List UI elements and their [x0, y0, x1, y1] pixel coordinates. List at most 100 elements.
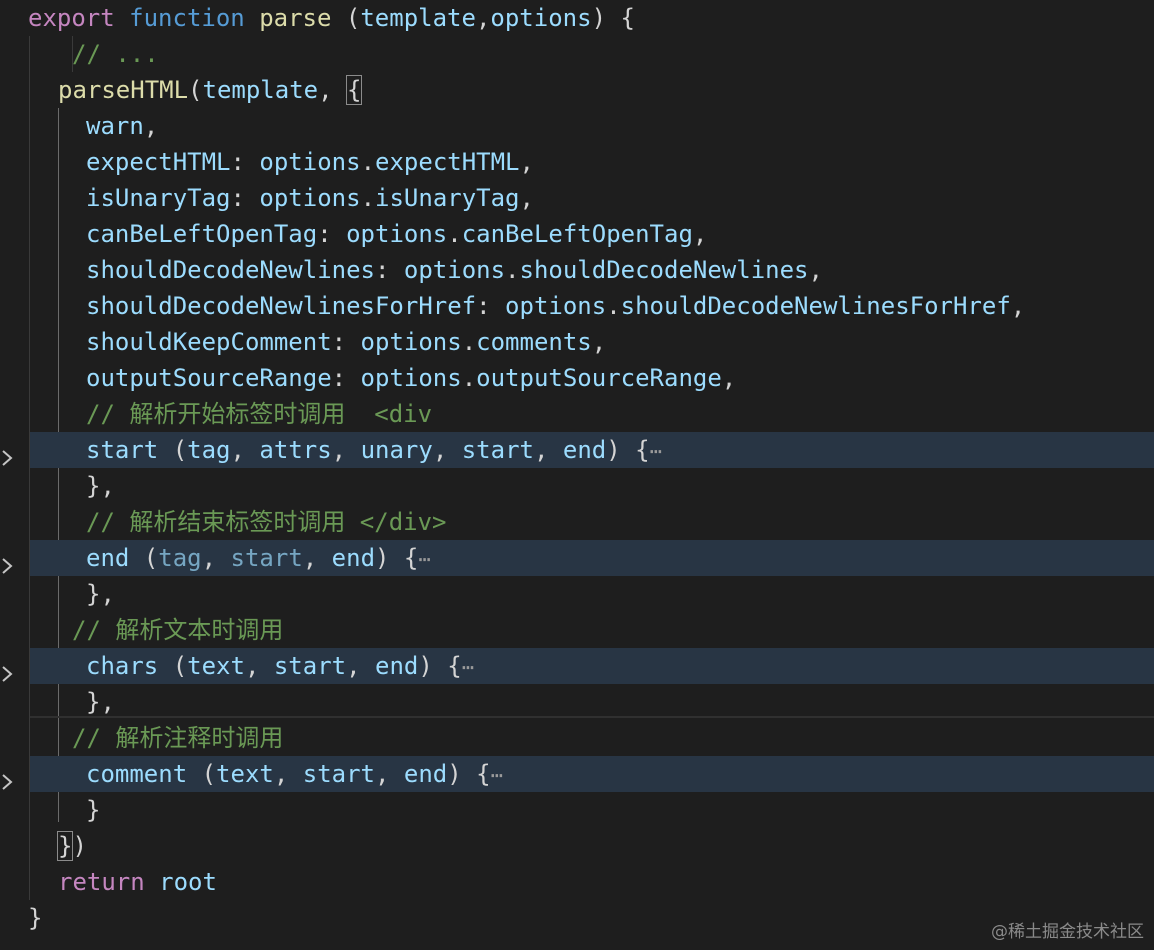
- code-token: end: [403, 760, 448, 788]
- code-text: parseHTML(template, {: [58, 72, 363, 108]
- code-token: template: [202, 76, 319, 104]
- code-text: canBeLeftOpenTag: options.canBeLeftOpenT…: [86, 216, 707, 252]
- code-token: (: [172, 652, 188, 680]
- code-line[interactable]: },: [0, 684, 1154, 720]
- code-line[interactable]: shouldKeepComment: options.comments,: [0, 324, 1154, 360]
- code-token: (: [172, 436, 188, 464]
- code-text: return root: [58, 864, 217, 900]
- code-token: options: [360, 364, 462, 392]
- code-token: text: [187, 652, 245, 680]
- code-line[interactable]: expectHTML: options.expectHTML,: [0, 144, 1154, 180]
- code-token: ,: [230, 436, 260, 464]
- code-token: ,: [533, 436, 563, 464]
- code-line[interactable]: }): [0, 828, 1154, 864]
- code-text: outputSourceRange: options.outputSourceR…: [86, 360, 736, 396]
- code-token: options: [346, 220, 448, 248]
- code-token: }: [28, 904, 43, 932]
- code-token: .: [461, 364, 477, 392]
- code-token: warn: [86, 112, 144, 140]
- code-line[interactable]: // 解析结束标签时调用 </div>: [0, 504, 1154, 540]
- code-token: ,: [721, 364, 737, 392]
- code-line[interactable]: shouldDecodeNewlinesForHref: options.sho…: [0, 288, 1154, 324]
- code-token: ,: [302, 544, 332, 572]
- code-line[interactable]: warn,: [0, 108, 1154, 144]
- code-text: isUnaryTag: options.isUnaryTag,: [86, 180, 534, 216]
- code-line[interactable]: outputSourceRange: options.outputSourceR…: [0, 360, 1154, 396]
- code-token: ,: [519, 148, 534, 176]
- code-token: export: [28, 4, 130, 32]
- code-token: // 解析结束标签时调用 </div>: [86, 508, 447, 536]
- code-token: ) {: [591, 4, 635, 32]
- code-line[interactable]: }: [0, 900, 1154, 936]
- code-line[interactable]: chars (text, start, end) {⋯: [0, 648, 1154, 684]
- code-token: ,: [1010, 292, 1026, 320]
- code-token: end: [86, 544, 144, 572]
- code-token: (: [143, 544, 159, 572]
- chevron-right-icon[interactable]: [0, 549, 14, 574]
- code-line[interactable]: // 解析文本时调用: [0, 612, 1154, 648]
- code-text: // 解析文本时调用: [72, 612, 283, 648]
- code-token: root: [159, 868, 217, 896]
- code-token: },: [86, 688, 115, 716]
- code-token: .: [447, 220, 462, 248]
- code-token: start: [86, 436, 173, 464]
- code-token: canBeLeftOpenTag: [86, 220, 318, 248]
- code-token: outputSourceRange: [476, 364, 722, 392]
- code-text: }: [28, 900, 42, 936]
- code-token: .: [606, 292, 621, 320]
- code-text: warn,: [86, 108, 158, 144]
- code-text: expectHTML: options.expectHTML,: [86, 144, 534, 180]
- code-token: ⋯: [461, 655, 474, 679]
- code-token: ) {: [418, 652, 462, 680]
- code-token: :: [230, 184, 260, 212]
- code-text: shouldKeepComment: options.comments,: [86, 324, 606, 360]
- code-line[interactable]: },: [0, 468, 1154, 504]
- code-token: start: [302, 760, 375, 788]
- code-line[interactable]: start (tag, attrs, unary, start, end) {⋯: [0, 432, 1154, 468]
- code-line[interactable]: isUnaryTag: options.isUnaryTag,: [0, 180, 1154, 216]
- code-token: ,: [331, 436, 361, 464]
- code-text: },: [86, 684, 115, 720]
- code-token: }: [56, 831, 74, 861]
- code-line[interactable]: }: [0, 792, 1154, 828]
- code-line[interactable]: export function parse (template,options)…: [0, 0, 1154, 36]
- chevron-right-icon[interactable]: [0, 657, 14, 682]
- code-line[interactable]: comment (text, start, end) {⋯: [0, 756, 1154, 792]
- code-line[interactable]: },: [0, 576, 1154, 612]
- code-token: end: [331, 544, 376, 572]
- code-line[interactable]: parseHTML(template, {: [0, 72, 1154, 108]
- code-token: outputSourceRange: [86, 364, 332, 392]
- code-token: .: [461, 328, 477, 356]
- code-line[interactable]: // 解析开始标签时调用 <div: [0, 396, 1154, 432]
- code-token: // 解析开始标签时调用 <div: [86, 400, 433, 428]
- chevron-right-icon[interactable]: [0, 765, 14, 790]
- code-text: comment (text, start, end) {⋯: [86, 756, 503, 792]
- code-token: ,: [432, 436, 462, 464]
- code-editor[interactable]: export function parse (template,options)…: [0, 0, 1154, 950]
- code-token: start: [273, 652, 347, 680]
- code-token: chars: [86, 652, 173, 680]
- code-token: :: [331, 328, 361, 356]
- chevron-right-icon[interactable]: [0, 441, 14, 466]
- code-text: // 解析开始标签时调用 <div: [86, 396, 432, 432]
- code-token: isUnaryTag: [86, 184, 231, 212]
- code-token: comments: [476, 328, 592, 356]
- code-token: template: [360, 4, 476, 32]
- code-token: .: [360, 148, 376, 176]
- code-line[interactable]: shouldDecodeNewlines: options.shouldDeco…: [0, 252, 1154, 288]
- code-token: // ...: [72, 40, 159, 68]
- code-token: start: [461, 436, 534, 464]
- code-text: },: [86, 468, 115, 504]
- code-line[interactable]: // ...: [0, 36, 1154, 72]
- code-text: end (tag, start, end) {⋯: [86, 540, 430, 576]
- code-token: shouldKeepComment: [86, 328, 332, 356]
- code-token: :: [374, 256, 404, 284]
- code-line[interactable]: return root: [0, 864, 1154, 900]
- code-line[interactable]: canBeLeftOpenTag: options.canBeLeftOpenT…: [0, 216, 1154, 252]
- code-line[interactable]: end (tag, start, end) {⋯: [0, 540, 1154, 576]
- code-token: (: [188, 76, 203, 104]
- code-token: ): [72, 832, 87, 860]
- code-line[interactable]: // 解析注释时调用: [0, 720, 1154, 756]
- code-token: ,: [375, 760, 404, 788]
- code-token: shouldDecodeNewlinesForHref: [86, 292, 477, 320]
